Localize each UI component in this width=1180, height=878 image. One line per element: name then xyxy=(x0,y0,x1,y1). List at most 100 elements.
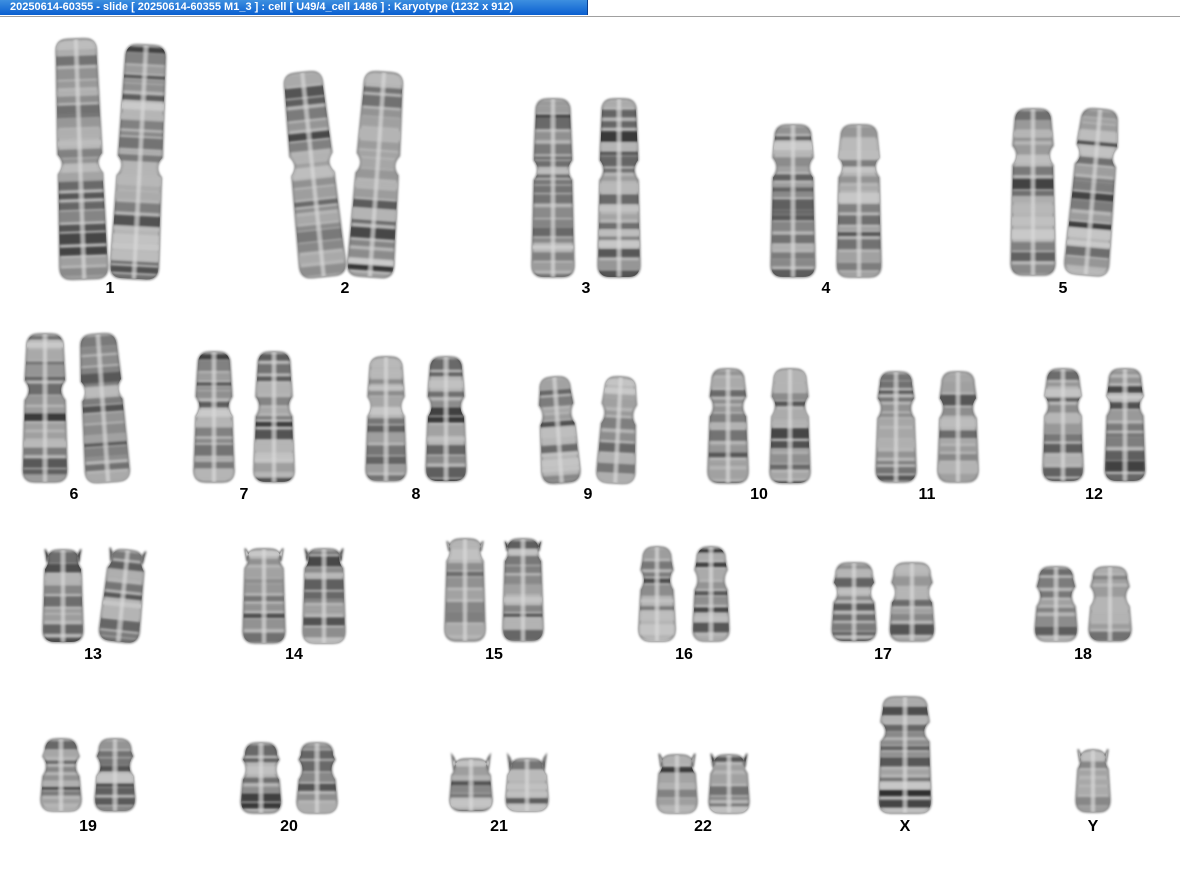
chromosome-1-left[interactable] xyxy=(51,38,109,282)
chromosome-18-right[interactable] xyxy=(1088,566,1132,642)
chromosome-pair-image xyxy=(279,70,407,281)
chromosome-7-right[interactable] xyxy=(253,351,295,483)
chromosome-6-right[interactable] xyxy=(76,333,131,485)
karyotype-window: 20250614-60355 - slide [ 20250614-60355 … xyxy=(0,0,1180,878)
chromosome-label-14: 14 xyxy=(285,646,303,663)
chromosome-pair-image xyxy=(1010,107,1122,281)
chromosome-15-right[interactable] xyxy=(502,538,544,642)
chromosome-12-right[interactable] xyxy=(1104,368,1146,483)
chromosome-label-20: 20 xyxy=(280,818,298,835)
chromosome-pair-18[interactable] xyxy=(1025,561,1141,647)
chromosome-1-right[interactable] xyxy=(109,43,170,283)
chromosome-13-right[interactable] xyxy=(98,547,148,649)
chromosome-10-left[interactable] xyxy=(707,368,749,491)
chromosome-9-right[interactable] xyxy=(596,376,640,485)
chromosome-19-left[interactable] xyxy=(40,738,82,815)
chromosome-8-right[interactable] xyxy=(425,356,467,485)
chromosome-11-left[interactable] xyxy=(875,371,917,483)
chromosome-20-right[interactable] xyxy=(296,742,338,814)
chromosome-pair-8[interactable] xyxy=(356,351,476,487)
chromosome-pair-9[interactable] xyxy=(529,371,647,489)
chromosome-label-12: 12 xyxy=(1085,486,1103,503)
chromosome-22-right[interactable] xyxy=(708,753,750,814)
chromosome-pair-3[interactable] xyxy=(522,93,650,283)
chromosome-pair-6[interactable] xyxy=(13,328,135,488)
chromosome-2-left[interactable] xyxy=(279,70,347,281)
chromosome-10-right[interactable] xyxy=(769,368,811,489)
chromosome-4-left[interactable] xyxy=(770,124,816,278)
chromosome-label-3: 3 xyxy=(581,280,591,297)
chromosome-21-left[interactable] xyxy=(449,752,493,820)
chromosome-13-left[interactable] xyxy=(42,548,84,646)
chromosome-21-right[interactable] xyxy=(505,752,549,813)
chromosome-2-right[interactable] xyxy=(346,71,407,279)
chromosome-pair-2[interactable] xyxy=(279,66,410,283)
chromosome-5-left[interactable] xyxy=(1010,108,1056,276)
chromosome-6-left[interactable] xyxy=(22,333,68,485)
chromosome-3-right[interactable] xyxy=(597,98,641,279)
chromosome-label-15: 15 xyxy=(485,646,503,663)
chromosome-pair-image xyxy=(656,753,750,818)
chromosome-pair-image xyxy=(193,351,295,483)
chromosome-11-right[interactable] xyxy=(937,371,979,483)
chromosome-pair-10[interactable] xyxy=(698,363,820,489)
chromosome-pair-image xyxy=(40,738,136,815)
chromosome-pair-5[interactable] xyxy=(1001,103,1125,281)
chromosome-pair-image xyxy=(1042,368,1146,483)
chromosome-pair-13[interactable] xyxy=(33,544,153,648)
chromosome-label-19: 19 xyxy=(79,818,97,835)
chromosome-5-right[interactable] xyxy=(1063,107,1122,281)
chromosome-label-7: 7 xyxy=(239,486,249,503)
chromosome-15-left[interactable] xyxy=(444,538,486,642)
chromosome-pair-7[interactable] xyxy=(184,346,304,488)
chromosome-pair-20[interactable] xyxy=(231,737,347,819)
chromosome-pair-12[interactable] xyxy=(1033,363,1155,487)
chromosome-pair-15[interactable] xyxy=(435,533,553,647)
chromosome-12-left[interactable] xyxy=(1042,368,1084,482)
chromosome-16-right[interactable] xyxy=(692,546,730,642)
chromosome-pair-14[interactable] xyxy=(233,543,355,649)
chromosome-18-left[interactable] xyxy=(1034,566,1078,645)
chromosome-label-22: 22 xyxy=(694,818,712,835)
chromosome-label-10: 10 xyxy=(750,486,768,503)
chromosome-4-right[interactable] xyxy=(836,124,882,278)
chromosome-7-left[interactable] xyxy=(193,351,235,483)
chromosome-label-17: 17 xyxy=(874,646,892,663)
chromosome-pair-21[interactable] xyxy=(440,752,558,820)
chromosome-16-left[interactable] xyxy=(638,546,676,643)
chromosome-9-left[interactable] xyxy=(535,376,581,485)
chromosome-label-9: 9 xyxy=(583,486,593,503)
chromosome-pair-y[interactable] xyxy=(1066,744,1120,818)
chromosome-pair-x[interactable] xyxy=(869,691,941,819)
chromosome-pair-image xyxy=(240,742,338,822)
chromosome-pair-image xyxy=(444,538,544,642)
chromosome-label-5: 5 xyxy=(1058,280,1068,297)
chromosome-8-left[interactable] xyxy=(365,356,407,482)
chromosome-pair-image xyxy=(449,752,549,820)
chromosome-pair-11[interactable] xyxy=(866,366,988,488)
chromosome-19-right[interactable] xyxy=(94,738,136,814)
chromosome-22-left[interactable] xyxy=(656,753,698,818)
chromosome-17-left[interactable] xyxy=(831,562,877,645)
chromosome-label-13: 13 xyxy=(84,646,102,663)
chromosome-3-left[interactable] xyxy=(531,98,575,282)
chromosome-14-left[interactable] xyxy=(242,547,286,647)
chromosome-pair-22[interactable] xyxy=(647,749,759,819)
window-title[interactable]: 20250614-60355 - slide [ 20250614-60355 … xyxy=(0,0,588,15)
chromosome-y[interactable] xyxy=(1075,748,1111,815)
chromosome-17-right[interactable] xyxy=(889,562,935,648)
chromosome-pair-17[interactable] xyxy=(822,557,944,647)
karyotype-canvas: 1 2 3 4 5 6 7 8 9 10 11 12 13 14 15 16 17 18 19 20 21 22 X Y xyxy=(0,17,1180,878)
chromosome-pair-16[interactable] xyxy=(629,541,739,647)
chromosome-pair-image xyxy=(22,333,131,485)
chromosome-pair-19[interactable] xyxy=(31,733,145,817)
chromosome-20-left[interactable] xyxy=(240,742,282,822)
chromosome-pair-4[interactable] xyxy=(761,119,891,283)
chromosome-label-2: 2 xyxy=(340,280,350,297)
chromosome-x[interactable] xyxy=(878,696,932,814)
chromosome-pair-1[interactable] xyxy=(46,33,174,285)
chromosome-14-right[interactable] xyxy=(302,547,346,645)
chromosome-pair-image xyxy=(365,356,467,485)
chromosome-label-6: 6 xyxy=(69,486,79,503)
chromosome-pair-image xyxy=(242,547,346,647)
